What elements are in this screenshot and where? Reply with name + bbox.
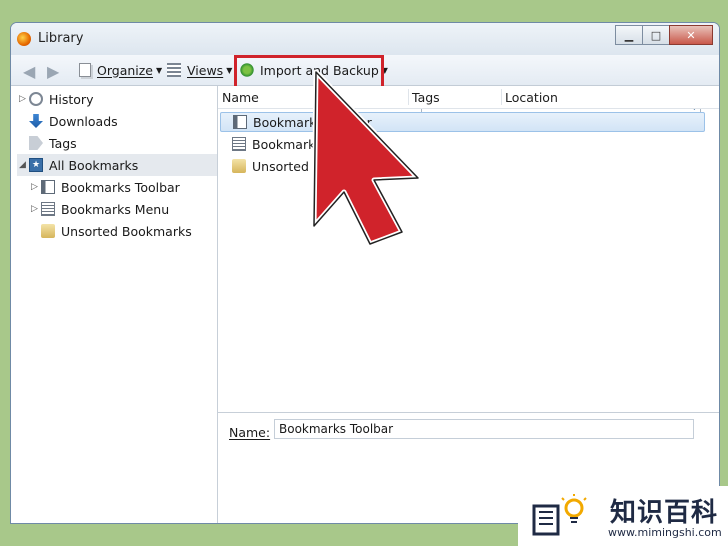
views-label: Views — [187, 62, 224, 78]
chevron-down-icon: ▼ — [226, 65, 233, 75]
watermark-url: www.mimingshi.com — [608, 526, 722, 539]
sidebar-item-all-bookmarks[interactable]: ◢ ★ All Bookmarks — [17, 154, 217, 176]
sidebar-item-label: Unsorted Bookmarks — [61, 223, 192, 239]
unsorted-folder-icon — [232, 159, 246, 173]
book-lightbulb-logo-icon — [532, 494, 587, 536]
column-location[interactable]: Location — [505, 90, 558, 105]
organize-icon — [79, 63, 91, 77]
download-arrow-icon — [29, 114, 43, 128]
star-icon: ★ — [29, 158, 43, 172]
close-button[interactable]: ✕ — [669, 25, 713, 45]
sidebar-item-bookmarks-menu[interactable]: ▷ Bookmarks Menu — [31, 198, 211, 220]
library-window: Library ▁ □ ✕ ◀ ▶ Organize ▼ Views ▼ Imp… — [10, 22, 720, 524]
clock-icon — [29, 92, 43, 106]
organize-button[interactable]: Organize ▼ — [79, 61, 162, 79]
expand-arrow-icon[interactable]: ▷ — [31, 204, 41, 214]
list-item[interactable]: Bookmarks Menu — [220, 134, 705, 154]
organize-label: Organize — [97, 62, 153, 78]
sidebar-item-label: Downloads — [49, 113, 118, 129]
watermark-text: 知识百科 — [610, 498, 719, 528]
sidebar-item-downloads[interactable]: Downloads — [19, 110, 209, 132]
sidebar-item-label: Tags — [49, 135, 77, 151]
sidebar-item-unsorted-bookmarks[interactable]: Unsorted Bookmarks — [31, 220, 211, 242]
sidebar-item-label: History — [49, 91, 94, 107]
column-header: Name Tags Location — [218, 86, 719, 109]
window-controls: ▁ □ ✕ — [615, 25, 713, 45]
chevron-down-icon: ▼ — [156, 65, 163, 75]
sidebar-item-label: All Bookmarks — [49, 157, 139, 173]
views-button[interactable]: Views ▼ — [167, 61, 232, 79]
sidebar-item-label: Bookmarks Menu — [61, 201, 170, 217]
name-field[interactable] — [274, 419, 694, 439]
window-title: Library — [38, 31, 84, 46]
column-tags[interactable]: Tags — [412, 90, 440, 105]
expand-arrow-icon[interactable]: ▷ — [19, 94, 29, 104]
bookmarks-menu-icon — [41, 202, 55, 216]
list-item[interactable]: Bookmarks Toolbar — [220, 112, 705, 132]
views-icon — [167, 63, 181, 77]
maximize-button[interactable]: □ — [642, 25, 670, 45]
back-arrow-icon[interactable]: ◀ — [23, 62, 35, 81]
firefox-icon — [17, 32, 31, 46]
bookmarks-toolbar-icon — [41, 180, 55, 194]
bookmarks-menu-icon — [232, 137, 246, 151]
bookmarks-toolbar-icon — [233, 115, 247, 129]
list-item[interactable]: Unsorted Bookmarks — [220, 156, 705, 176]
watermark: 知识百科 www.mimingshi.com — [518, 486, 728, 546]
minimize-button[interactable]: ▁ — [615, 25, 643, 45]
title-bar: Library ▁ □ ✕ — [11, 23, 719, 55]
sidebar-item-history[interactable]: ▷ History — [19, 88, 209, 110]
sidebar-item-label: Bookmarks Toolbar — [61, 179, 180, 195]
row-name: Bookmarks Menu — [252, 136, 361, 152]
unsorted-folder-icon — [41, 224, 55, 238]
row-name: Unsorted Bookmarks — [252, 158, 383, 174]
tag-icon — [29, 136, 43, 150]
forward-arrow-icon[interactable]: ▶ — [47, 62, 59, 81]
row-name: Bookmarks Toolbar — [253, 114, 372, 130]
collapse-arrow-icon[interactable]: ◢ — [19, 160, 29, 170]
bookmark-list-pane: Name Tags Location Bookmarks Toolbar Boo… — [218, 86, 719, 523]
column-name[interactable]: Name — [222, 90, 259, 105]
sidebar-item-bookmarks-toolbar[interactable]: ▷ Bookmarks Toolbar — [31, 176, 211, 198]
sidebar: ▷ History Downloads Tags ◢ ★ All Bookmar… — [11, 86, 218, 523]
name-field-label: Name: — [229, 425, 271, 440]
expand-arrow-icon[interactable]: ▷ — [31, 182, 41, 192]
highlight-box — [234, 55, 384, 89]
sidebar-item-tags[interactable]: Tags — [19, 132, 209, 154]
